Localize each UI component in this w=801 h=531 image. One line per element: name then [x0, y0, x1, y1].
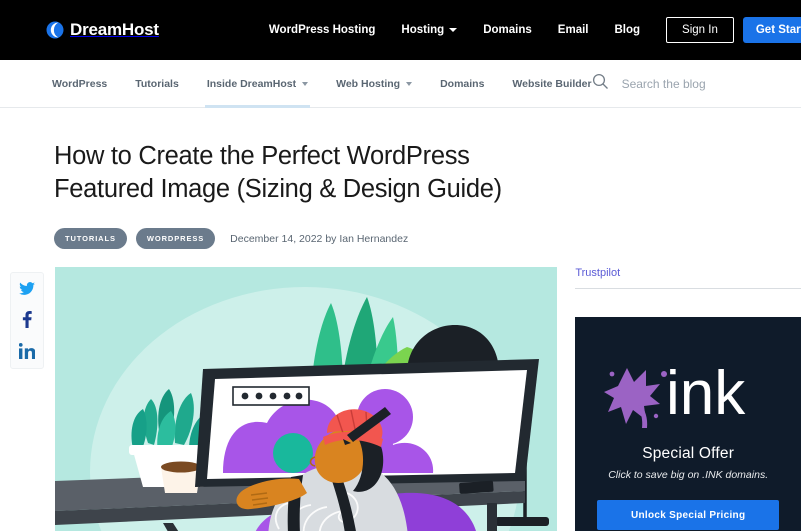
top-nav-links: WordPress Hosting Hosting Domains Email …	[269, 24, 640, 36]
top-navigation-bar: DreamHost WordPress Hosting Hosting Doma…	[0, 0, 801, 60]
sub-nav-label: Tutorials	[135, 77, 179, 90]
dreamhost-crescent-icon	[46, 21, 64, 39]
sub-nav-item-website-builder[interactable]: Website Builder	[512, 60, 591, 108]
sign-in-button[interactable]: Sign In	[666, 17, 734, 43]
ink-splatter	[604, 368, 668, 429]
article-header: How to Create the Perfect WordPress Feat…	[0, 108, 801, 250]
dreamhost-logo[interactable]: DreamHost	[46, 20, 159, 40]
blog-sub-navigation: WordPress Tutorials Inside DreamHost Web…	[0, 60, 801, 108]
top-nav-item-hosting[interactable]: Hosting	[401, 24, 458, 36]
unlock-special-pricing-button[interactable]: Unlock Special Pricing	[597, 500, 780, 531]
chevron-down-icon	[406, 81, 413, 86]
top-nav-item-blog[interactable]: Blog	[614, 24, 640, 36]
sub-nav-label: Domains	[440, 77, 485, 90]
blog-search[interactable]	[592, 73, 777, 95]
sub-nav-item-wordpress[interactable]: WordPress	[52, 60, 107, 108]
top-nav-item-email[interactable]: Email	[558, 24, 589, 36]
get-started-button[interactable]: Get Started	[742, 17, 801, 43]
top-bar-actions: Sign In Get Started	[666, 17, 801, 43]
tag-tutorials[interactable]: TUTORIALS	[54, 228, 127, 250]
share-facebook-button[interactable]	[22, 311, 32, 329]
facebook-icon	[22, 311, 32, 332]
tag-wordpress[interactable]: WORDPRESS	[135, 228, 216, 250]
social-share-rail	[10, 272, 44, 370]
sub-nav-label: Web Hosting	[336, 77, 401, 90]
chevron-down-icon	[302, 81, 309, 86]
top-nav-label: Blog	[614, 24, 641, 36]
article-content-area: Trustpilot ink Special Offer Click to sa…	[0, 267, 801, 531]
sub-nav-item-domains[interactable]: Domains	[440, 60, 484, 108]
chevron-down-icon	[449, 28, 458, 32]
top-nav-label: Domains	[483, 24, 532, 36]
sidebar: Trustpilot ink Special Offer Click to sa…	[575, 267, 801, 531]
article-byline: December 14, 2022 by Ian Hernandez	[230, 232, 409, 245]
sub-nav-label: Website Builder	[512, 77, 592, 90]
sub-nav-links: WordPress Tutorials Inside DreamHost Web…	[52, 60, 592, 108]
search-icon	[592, 73, 609, 95]
share-linkedin-button[interactable]	[18, 343, 36, 360]
sub-nav-item-web-hosting[interactable]: Web Hosting	[336, 60, 413, 108]
ink-domain-ad[interactable]: ink Special Offer Click to save big on .…	[575, 317, 801, 531]
page-title: How to Create the Perfect WordPress Feat…	[54, 142, 502, 203]
top-nav-label: Hosting	[401, 24, 445, 36]
ad-subtitle: Click to save big on .INK domains.	[608, 469, 769, 482]
trustpilot-link[interactable]: Trustpilot	[575, 267, 801, 290]
search-input[interactable]	[621, 76, 777, 91]
top-nav-item-wordpress-hosting[interactable]: WordPress Hosting	[269, 24, 376, 36]
top-nav-item-domains[interactable]: Domains	[483, 24, 532, 36]
article-meta: TUTORIALS WORDPRESS December 14, 2022 by…	[54, 228, 801, 250]
ink-logo: ink	[575, 345, 801, 433]
featured-image	[55, 267, 558, 531]
share-twitter-button[interactable]	[19, 282, 35, 296]
svg-text:ink: ink	[666, 359, 746, 428]
sub-nav-item-tutorials[interactable]: Tutorials	[135, 60, 179, 108]
ad-title: Special Offer	[642, 445, 735, 463]
sub-nav-label: WordPress	[52, 77, 108, 90]
logo-text: DreamHost	[70, 20, 159, 39]
top-nav-label: Email	[557, 24, 589, 36]
sub-nav-label: Inside DreamHost	[206, 77, 297, 90]
twitter-icon	[19, 282, 35, 300]
linkedin-icon	[18, 343, 36, 363]
top-nav-label: WordPress Hosting	[268, 24, 376, 36]
sub-nav-item-inside-dreamhost[interactable]: Inside DreamHost	[204, 60, 311, 108]
